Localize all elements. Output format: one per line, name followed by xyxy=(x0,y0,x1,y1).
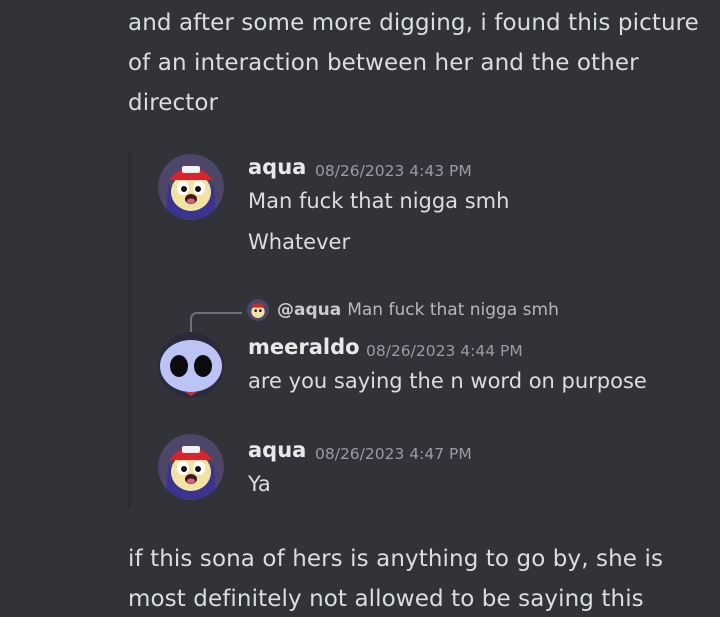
timestamp: 08/26/2023 4:43 PM xyxy=(315,162,472,180)
reply-avatar-aqua xyxy=(247,299,269,321)
message-text-outro: if this sona of hers is anything to go b… xyxy=(128,546,664,612)
avatar-meeraldo[interactable] xyxy=(158,332,224,398)
message-text-intro: and after some more digging, i found thi… xyxy=(128,10,699,116)
timestamp: 08/26/2023 4:44 PM xyxy=(366,342,523,360)
username-aqua[interactable]: aqua xyxy=(248,155,306,179)
message-line: Ya xyxy=(248,472,271,496)
reply-mention[interactable]: @aqua xyxy=(277,300,341,320)
timestamp: 08/26/2023 4:47 PM xyxy=(315,445,472,463)
username-meeraldo[interactable]: meeraldo xyxy=(248,335,360,359)
message-line: Whatever xyxy=(248,230,351,254)
chat-page: and after some more digging, i found thi… xyxy=(0,0,720,617)
attachment-shadow-edge xyxy=(128,152,131,507)
avatar-aqua[interactable] xyxy=(158,154,224,220)
reply-connector xyxy=(190,312,242,332)
message-line: are you saying the n word on purpose xyxy=(248,369,647,393)
reply-preview[interactable]: @aqua Man fuck that nigga smh xyxy=(247,296,559,324)
avatar-aqua[interactable] xyxy=(158,434,224,500)
reply-text: Man fuck that nigga smh xyxy=(347,300,559,320)
message-line: Man fuck that nigga smh xyxy=(248,189,510,213)
username-aqua[interactable]: aqua xyxy=(248,438,306,462)
